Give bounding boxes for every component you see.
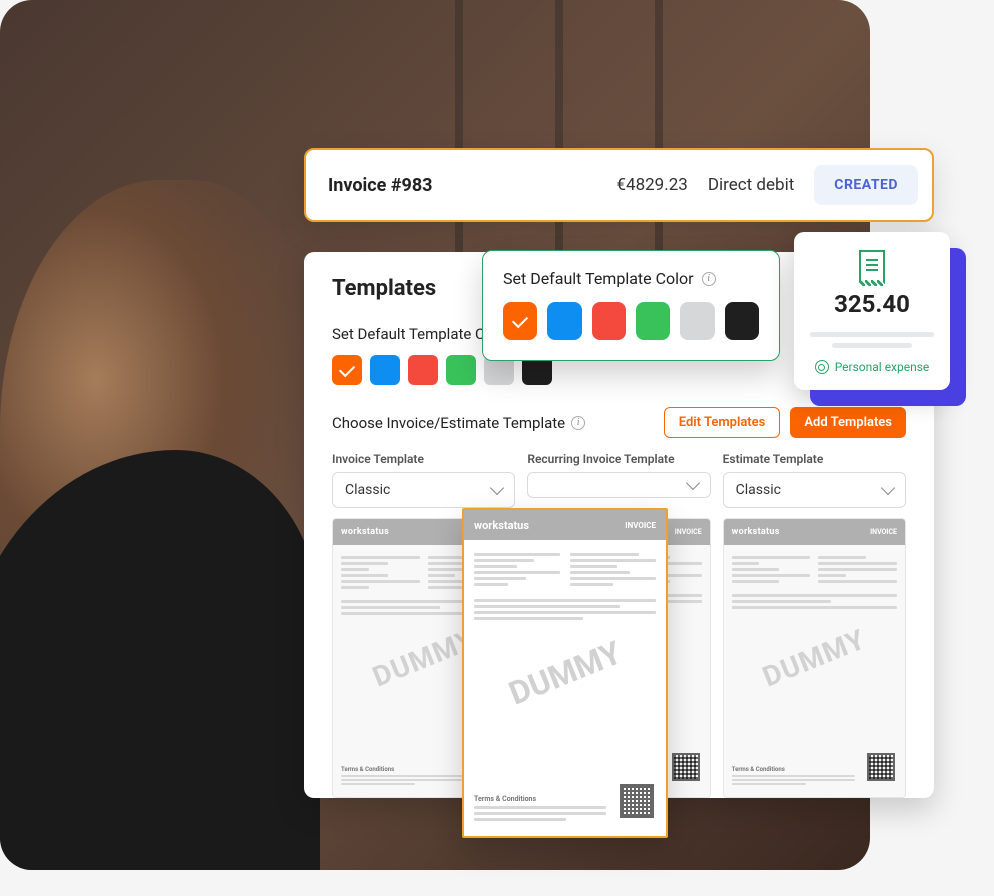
color-swatch-red[interactable] <box>408 355 438 385</box>
expense-label: Personal expense <box>810 360 934 374</box>
popover-color-orange[interactable] <box>503 302 537 340</box>
edit-templates-button[interactable]: Edit Templates <box>664 407 781 438</box>
estimate-template-select[interactable]: Classic <box>723 472 906 508</box>
qr-code-icon <box>672 753 700 781</box>
invoice-amount: €4829.23 <box>616 175 687 195</box>
user-icon <box>815 360 829 374</box>
color-swatch-green[interactable] <box>446 355 476 385</box>
watermark: DUMMY <box>758 623 870 694</box>
recurring-template-select[interactable] <box>527 472 710 498</box>
color-popover-title-text: Set Default Template Color <box>503 269 694 288</box>
expense-card: 325.40 Personal expense <box>794 232 950 390</box>
popover-color-green[interactable] <box>636 302 670 340</box>
expense-amount: 325.40 <box>810 290 934 318</box>
status-badge: CREATED <box>814 165 918 205</box>
invoice-template-value: Classic <box>345 482 390 498</box>
popover-color-blue[interactable] <box>547 302 581 340</box>
popover-color-gray[interactable] <box>680 302 714 340</box>
invoice-template-label: Invoice Template <box>332 452 515 466</box>
color-swatch-orange[interactable] <box>332 355 362 385</box>
color-picker-popover: Set Default Template Color i <box>482 250 780 361</box>
popover-color-black[interactable] <box>725 302 759 340</box>
add-templates-button[interactable]: Add Templates <box>790 407 906 438</box>
preview-invoice-tag: INVOICE <box>675 528 702 536</box>
invoice-template-select[interactable]: Classic <box>332 472 515 508</box>
placeholder-lines <box>810 332 934 348</box>
qr-code-icon <box>620 784 654 818</box>
choose-template-text: Choose Invoice/Estimate Template <box>332 414 565 432</box>
terms-label: Terms & Conditions <box>341 766 464 773</box>
expense-label-text: Personal expense <box>835 360 930 374</box>
invoice-summary-bar: Invoice #983 €4829.23 Direct debit CREAT… <box>304 148 934 222</box>
color-swatch-blue[interactable] <box>370 355 400 385</box>
terms-label: Terms & Conditions <box>474 795 606 803</box>
preview-brand: workstatus <box>732 527 780 537</box>
template-preview-highlighted[interactable]: workstatus INVOICE DUMMY Terms & Conditio… <box>462 508 668 838</box>
chevron-down-icon <box>881 481 895 495</box>
preview-invoice-tag: INVOICE <box>625 521 656 530</box>
popover-color-red[interactable] <box>592 302 626 340</box>
chevron-down-icon <box>686 476 700 490</box>
info-icon[interactable]: i <box>571 416 585 430</box>
watermark: DUMMY <box>504 633 627 712</box>
preview-brand: workstatus <box>474 519 529 532</box>
recurring-template-label: Recurring Invoice Template <box>527 452 710 466</box>
receipt-icon <box>859 250 885 280</box>
estimate-template-value: Classic <box>736 482 781 498</box>
payment-method: Direct debit <box>708 175 794 195</box>
estimate-template-preview[interactable]: workstatus INVOICE DUMMY Terms & Conditio… <box>723 518 906 798</box>
color-popover-title: Set Default Template Color i <box>503 269 759 288</box>
terms-label: Terms & Conditions <box>732 766 855 773</box>
preview-invoice-tag: INVOICE <box>870 528 897 536</box>
section-label-choose-template: Choose Invoice/Estimate Template i <box>332 414 664 432</box>
info-icon[interactable]: i <box>702 272 716 286</box>
invoice-number: Invoice #983 <box>328 175 596 196</box>
qr-code-icon <box>867 753 895 781</box>
chevron-down-icon <box>490 481 504 495</box>
estimate-template-label: Estimate Template <box>723 452 906 466</box>
preview-brand: workstatus <box>341 527 389 537</box>
